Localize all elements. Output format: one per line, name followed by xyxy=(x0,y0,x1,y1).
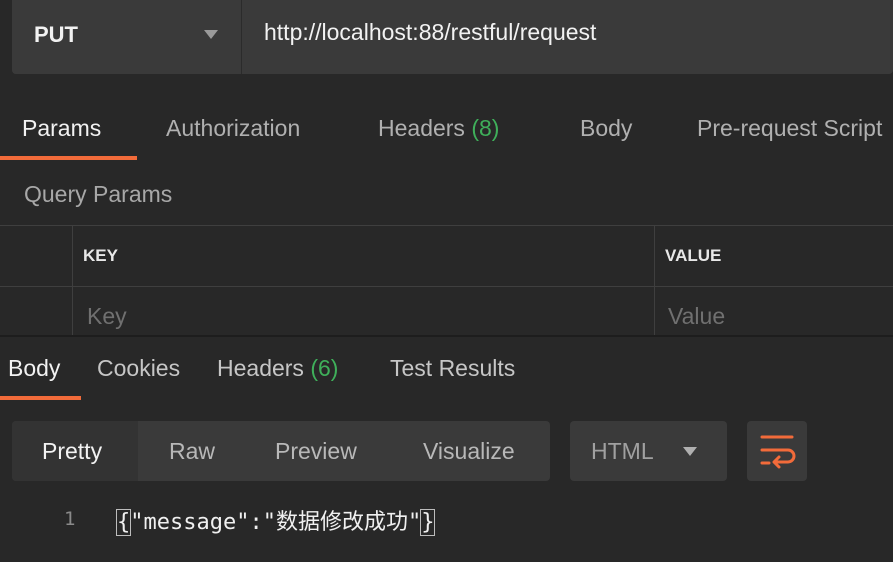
response-tab-cookies[interactable]: Cookies xyxy=(97,355,180,382)
chevron-down-icon xyxy=(683,447,697,456)
view-mode-preview[interactable]: Preview xyxy=(275,438,357,465)
table-col-divider xyxy=(72,225,73,335)
headers-count: (8) xyxy=(471,115,500,141)
value-input[interactable]: Value xyxy=(668,303,725,330)
wrap-lines-button[interactable] xyxy=(747,421,807,481)
tab-pre-request-script[interactable]: Pre-request Script xyxy=(697,115,882,142)
table-col-divider xyxy=(654,225,655,335)
view-mode-pretty[interactable]: Pretty xyxy=(42,438,102,465)
response-headers-count: (6) xyxy=(310,355,339,381)
response-code-line[interactable]: {"message":"数据修改成功"} xyxy=(115,504,436,536)
tab-body[interactable]: Body xyxy=(580,115,632,142)
table-top-border xyxy=(0,225,893,226)
column-header-key: KEY xyxy=(83,246,118,265)
tab-headers[interactable]: Headers (8) xyxy=(378,115,499,142)
column-header-value: VALUE xyxy=(665,246,722,265)
response-tab-test-results[interactable]: Test Results xyxy=(390,355,515,382)
wrap-lines-icon xyxy=(760,435,796,469)
tab-params[interactable]: Params xyxy=(22,115,101,142)
tab-authorization[interactable]: Authorization xyxy=(166,115,300,142)
response-json: "message":"数据修改成功" xyxy=(130,510,422,535)
response-tab-headers[interactable]: Headers (6) xyxy=(217,355,338,382)
query-params-label: Query Params xyxy=(24,181,173,207)
view-mode-visualize[interactable]: Visualize xyxy=(423,438,515,465)
close-brace: } xyxy=(420,509,436,536)
format-select-value: HTML xyxy=(591,438,654,464)
url-input[interactable]: http://localhost:88/restful/request xyxy=(264,19,596,46)
open-brace: { xyxy=(115,509,132,536)
table-header-border xyxy=(0,286,893,287)
response-tab-body[interactable]: Body xyxy=(8,355,60,382)
active-tab-underline xyxy=(0,156,137,160)
chevron-down-icon xyxy=(204,30,218,39)
view-mode-raw[interactable]: Raw xyxy=(169,438,215,465)
panel-divider[interactable] xyxy=(0,335,893,337)
method-label: PUT xyxy=(34,22,78,47)
active-response-tab-underline xyxy=(0,396,81,400)
key-input[interactable]: Key xyxy=(87,303,127,330)
line-number: 1 xyxy=(64,508,76,530)
